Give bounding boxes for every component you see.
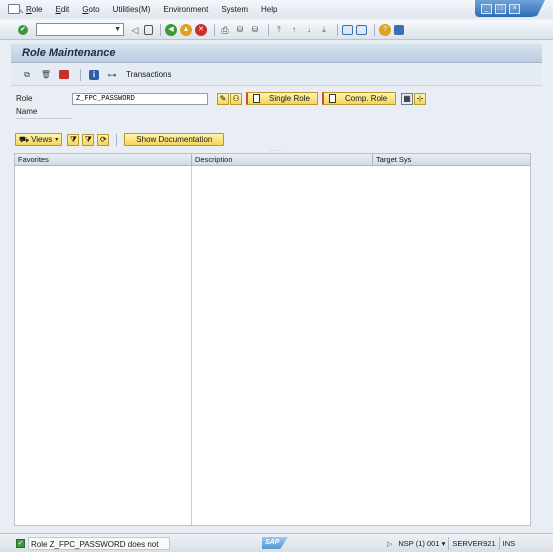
toolbar-separator [268, 23, 269, 36]
cancel-icon[interactable]: ✕ [195, 23, 207, 36]
toolbar-separator [337, 23, 338, 36]
input-mode[interactable]: INS [500, 537, 519, 550]
window-controls: _ □ × [475, 0, 545, 17]
delete-filter-icon[interactable]: ⧩ [82, 133, 95, 146]
layout-menu-icon[interactable] [394, 24, 404, 35]
menu-item-role[interactable]: Role [26, 5, 42, 14]
page-title: Role Maintenance [22, 47, 116, 59]
system-client[interactable]: NSP (1) 001 ▾ [395, 537, 450, 550]
toolbar-separator [214, 23, 215, 36]
filter-icon[interactable]: ⧩ [67, 133, 80, 146]
column-header-description[interactable]: Description [192, 154, 373, 166]
previous-page-icon[interactable]: ↑ [288, 24, 300, 36]
sap-logo: SAP [262, 537, 288, 549]
back-arrow-icon[interactable]: ◁ [129, 24, 141, 36]
other-role-icon[interactable]: ⧉ [21, 69, 33, 81]
name-row: Name [16, 107, 72, 116]
transactions-button[interactable]: Transactions [126, 70, 172, 79]
main-content: Role Z_FPC_PASSWORD ✎ ⚇ Single Role Comp… [11, 87, 542, 532]
toolbar-separator [160, 23, 161, 36]
toolbar-separator [374, 23, 375, 36]
find-next-icon[interactable]: ⛁ [249, 24, 261, 36]
page-title-bar: Role Maintenance [11, 44, 542, 63]
role-info-icon[interactable]: ▦ [401, 92, 413, 105]
edit-pencil-icon[interactable]: ✎ [217, 92, 229, 105]
document-icon [329, 94, 336, 103]
role-row: Role Z_FPC_PASSWORD ✎ ⚇ Single Role Comp… [16, 92, 426, 105]
menu-item-goto[interactable]: Goto [82, 5, 99, 14]
menu-shortcut-icon[interactable] [8, 4, 20, 14]
role-hierarchy-icon[interactable]: ⊹ [414, 92, 426, 105]
menu-item-help[interactable]: Help [261, 5, 277, 14]
favorites-tree[interactable]: ···· Favorites Description Target Sys [14, 148, 531, 526]
menu-item-environment[interactable]: Environment [163, 5, 208, 14]
play-icon[interactable]: ▷ [387, 540, 392, 548]
show-documentation-button[interactable]: Show Documentation [124, 133, 225, 146]
role-label: Role [16, 94, 33, 103]
menu-item-system[interactable]: System [221, 5, 248, 14]
views-icon: ⛟ [19, 134, 30, 144]
menu-item-utilities[interactable]: Utilities(M) [113, 5, 151, 14]
transport-icon[interactable] [59, 70, 69, 79]
back-icon[interactable]: ◀ [165, 23, 177, 36]
chevron-down-icon[interactable]: ▼ [114, 26, 121, 34]
views-button[interactable]: ⛟ Views ▾ [15, 133, 63, 146]
transactions-icon[interactable]: ⊶ [106, 69, 118, 81]
new-session-icon[interactable] [342, 24, 353, 35]
toolbar-separator [116, 133, 118, 146]
application-toolbar: ⧉ 🗑 i ⊶ Transactions [11, 64, 542, 86]
system-info: ▷ NSP (1) 001 ▾ SERVER921 INS [387, 537, 518, 550]
toolbar-separator [80, 68, 81, 81]
status-success-icon: ✓ [16, 538, 25, 548]
next-page-icon[interactable]: ↓ [303, 24, 315, 36]
shortcut-icon[interactable] [356, 24, 367, 35]
status-message[interactable]: Role Z_FPC_PASSWORD does not exist [28, 536, 170, 550]
single-role-button[interactable]: Single Role [246, 92, 318, 105]
column-header-target-sys[interactable]: Target Sys [373, 154, 531, 166]
table-header: Favorites Description Target Sys [15, 154, 530, 166]
close-button[interactable]: × [509, 3, 520, 14]
first-page-icon[interactable]: ⤒ [273, 24, 285, 36]
status-bar: ✓ Role Z_FPC_PASSWORD does not exist SAP… [0, 533, 553, 552]
print-icon[interactable]: ⎙ [219, 24, 231, 36]
enter-check-icon[interactable]: ✔ [18, 24, 28, 35]
find-icon[interactable]: ⛁ [234, 24, 246, 36]
display-glasses-icon[interactable]: ⚇ [230, 92, 242, 105]
maximize-button[interactable]: □ [495, 3, 506, 14]
information-icon[interactable]: i [89, 69, 99, 80]
help-icon[interactable]: ? [379, 23, 391, 36]
name-label: Name [16, 107, 38, 116]
name-underline [16, 118, 72, 119]
command-field[interactable]: ▼ [36, 23, 124, 36]
chevron-down-icon: ▾ [55, 137, 59, 143]
column-header-favorites[interactable]: Favorites [15, 154, 192, 166]
menu-bar: Role Edit Goto Utilities(M) Environment … [0, 0, 553, 18]
server-name: SERVER921 [449, 537, 500, 550]
role-input[interactable]: Z_FPC_PASSWORD [72, 92, 208, 105]
composite-role-button[interactable]: Comp. Role [322, 92, 396, 105]
document-icon [253, 94, 260, 103]
minimize-button[interactable]: _ [481, 3, 492, 14]
last-page-icon[interactable]: ⤓ [318, 24, 330, 36]
column-divider [191, 166, 192, 526]
menu-item-edit[interactable]: Edit [55, 5, 69, 14]
refresh-icon[interactable]: ⟳ [97, 133, 110, 146]
exit-icon[interactable]: ▲ [180, 23, 192, 36]
standard-toolbar: ✔ ▼ ◁ ◀ ▲ ✕ ⎙ ⛁ ⛁ ⤒ ↑ ↓ ⤓ ? [0, 20, 553, 40]
tree-toolbar: ⛟ Views ▾ ⧩ ⧩ ⟳ Show Documentation [15, 133, 225, 146]
save-icon[interactable] [144, 24, 153, 35]
delete-icon[interactable]: 🗑 [40, 69, 52, 81]
